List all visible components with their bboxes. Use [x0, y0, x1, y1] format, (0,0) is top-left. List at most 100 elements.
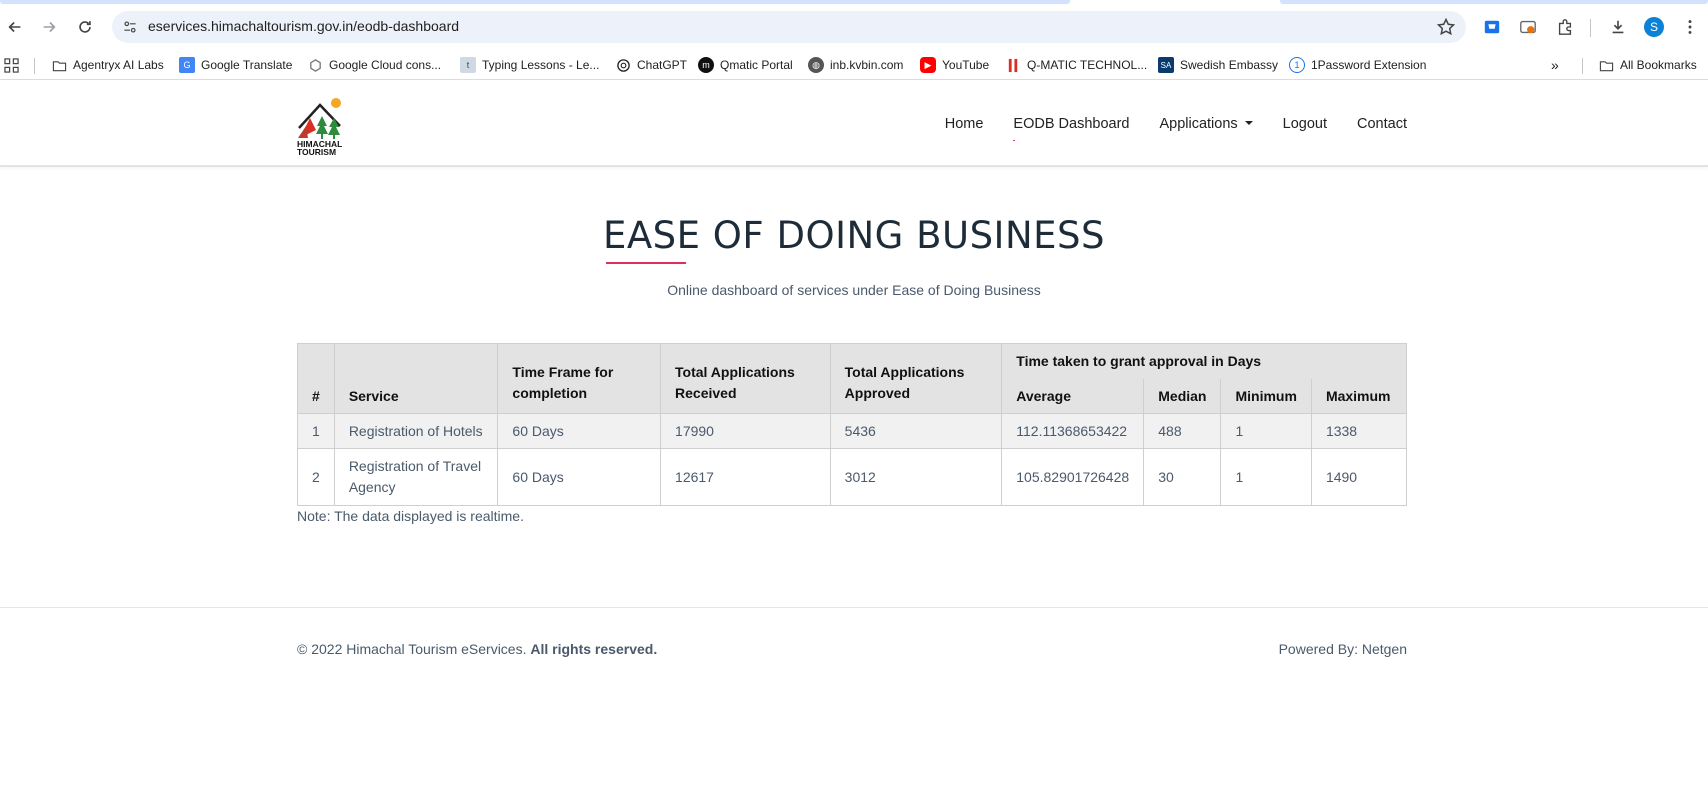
bookmark-label: YouTube	[942, 58, 990, 72]
bookmark-label: Qmatic Portal	[720, 58, 793, 72]
nav-home[interactable]: Home	[945, 116, 984, 132]
profile-avatar[interactable]: S	[1642, 15, 1666, 39]
page-title: EASE OF DOING BUSINESS	[602, 214, 1105, 257]
bookmark-qmatic-portal[interactable]: m Qmatic Portal	[698, 56, 793, 74]
nav-contact[interactable]: Contact	[1357, 116, 1407, 132]
address-bar[interactable]: eservices.himachaltourism.gov.in/eodb-da…	[112, 11, 1466, 43]
col-header-time-frame: Time Frame for completion	[497, 343, 662, 414]
avatar: S	[1644, 17, 1664, 37]
bookmark-kvbin[interactable]: ◍ inb.kvbin.com	[808, 56, 903, 74]
bookmark-label: Typing Lessons - Le...	[482, 58, 600, 72]
realtime-note: Note: The data displayed is realtime.	[297, 508, 524, 524]
cell-service: Registration of Travel Agency	[333, 448, 499, 506]
cell-received: 17990	[660, 413, 831, 449]
extensions-puzzle-icon[interactable]	[1553, 15, 1577, 39]
cell-minimum: 1	[1220, 448, 1312, 506]
col-header-time-taken-group: Time taken to grant approval in Days	[1001, 343, 1407, 379]
nav-applications-dropdown[interactable]: Applications	[1159, 116, 1253, 132]
eodb-services-table: # Service Time Frame for completion Tota…	[297, 343, 1408, 506]
col-header-minimum: Minimum	[1220, 378, 1312, 414]
table-row: 1 Registration of Hotels 60 Days 17990 5…	[297, 413, 1408, 449]
col-header-service: Service	[333, 343, 499, 414]
bookmark-label: 1Password Extension	[1311, 58, 1427, 72]
rights-text: All rights reserved.	[530, 641, 658, 657]
extension-image-icon[interactable]	[1516, 15, 1540, 39]
cell-service: Registration of Hotels	[333, 413, 499, 449]
sa-icon: SA	[1158, 57, 1174, 73]
forward-button[interactable]	[34, 12, 64, 42]
browser-menu-icon[interactable]	[1678, 15, 1702, 39]
cell-approved: 3012	[829, 448, 1003, 506]
col-header-index: #	[297, 343, 335, 414]
arrow-left-icon	[8, 21, 21, 33]
cell-time-frame: 60 Days	[497, 413, 662, 449]
cell-approved: 5436	[829, 413, 1003, 449]
bookmark-star-icon[interactable]	[1436, 17, 1456, 37]
bookmark-qmatic-technol[interactable]: Q-MATIC TECHNOL...	[1005, 56, 1147, 74]
cell-index: 2	[297, 448, 335, 506]
bookmark-label: Swedish Embassy	[1180, 58, 1279, 72]
cell-minimum: 1	[1220, 413, 1312, 449]
chatgpt-icon	[615, 57, 631, 73]
extension-cart-icon[interactable]	[1480, 15, 1504, 39]
cell-received: 12617	[660, 448, 831, 506]
cell-average: 112.11368653422	[1001, 413, 1145, 449]
cell-maximum: 1490	[1310, 448, 1408, 506]
typing-icon: t	[460, 57, 476, 73]
powered-by: Powered By: Netgen	[1278, 641, 1407, 657]
bookmark-chatgpt[interactable]: ChatGPT	[615, 56, 687, 74]
nav-logout[interactable]: Logout	[1283, 116, 1327, 132]
bookmark-agentryx[interactable]: Agentryx AI Labs	[51, 56, 164, 74]
page-subtitle: Online dashboard of services under Ease …	[667, 282, 1041, 298]
bookmarks-divider	[34, 58, 35, 74]
folder-icon	[1598, 57, 1614, 73]
bookmark-label: Google Translate	[201, 58, 293, 72]
folder-icon	[51, 57, 67, 73]
youtube-icon: ▶	[920, 57, 936, 73]
bookmark-typing-lessons[interactable]: t Typing Lessons - Le...	[460, 56, 599, 74]
col-header-approved: Total Applications Approved	[829, 343, 1003, 414]
bookmark-label: Google Cloud cons...	[329, 58, 442, 72]
cell-time-frame: 60 Days	[497, 448, 662, 506]
cell-median: 30	[1143, 448, 1222, 506]
cell-index: 1	[297, 413, 335, 449]
all-bookmarks[interactable]: All Bookmarks	[1598, 56, 1697, 74]
reload-icon	[79, 21, 91, 33]
globe-icon: ◍	[808, 57, 824, 73]
bookmark-youtube[interactable]: ▶ YouTube	[920, 56, 989, 74]
1password-icon: 1	[1289, 57, 1305, 73]
col-header-received: Total Applications Received	[660, 343, 831, 414]
bookmark-google-cloud[interactable]: Google Cloud cons...	[307, 56, 441, 74]
cell-maximum: 1338	[1310, 413, 1408, 449]
col-header-maximum: Maximum	[1310, 378, 1408, 414]
more-bookmarks-chevron-icon[interactable]: »	[1551, 56, 1559, 74]
arrow-right-icon	[43, 21, 56, 33]
downloads-icon[interactable]	[1606, 15, 1630, 39]
chevron-down-icon	[1244, 121, 1253, 125]
url-text[interactable]: eservices.himachaltourism.gov.in/eodb-da…	[148, 18, 459, 34]
col-header-median: Median	[1143, 378, 1222, 414]
toolbar-divider	[1590, 19, 1591, 37]
nav-eodb-dashboard[interactable]: EODB Dashboard	[1013, 116, 1129, 141]
col-header-average: Average	[1001, 378, 1145, 414]
himachal-tourism-logo[interactable]: HIMACHAL TOURISM	[296, 96, 360, 156]
qmatic-icon: m	[698, 57, 714, 73]
bookmark-swedish-embassy[interactable]: SA Swedish Embassy	[1158, 56, 1278, 74]
main-nav: Home EODB Dashboard Applications Logout …	[915, 116, 1407, 141]
apps-grid-icon[interactable]	[4, 56, 19, 74]
table-row: 2 Registration of Travel Agency 60 Days …	[297, 448, 1408, 506]
qmatic-tech-icon	[1005, 57, 1021, 73]
title-underline	[606, 262, 686, 264]
bookmark-label: Agentryx AI Labs	[73, 58, 164, 72]
bookmark-label: ChatGPT	[637, 58, 688, 72]
footer-divider	[0, 607, 1708, 608]
site-header: HIMACHAL TOURISM Home EODB Dashboard App…	[0, 80, 1708, 167]
reload-button[interactable]	[70, 12, 100, 42]
copyright-text: © 2022 Himachal Tourism eServices.	[297, 641, 527, 657]
site-info-icon[interactable]	[120, 17, 140, 37]
bookmark-google-translate[interactable]: G Google Translate	[179, 56, 292, 74]
cell-median: 488	[1143, 413, 1222, 449]
bookmark-label: Q-MATIC TECHNOL...	[1027, 58, 1148, 72]
bookmark-1password[interactable]: 1 1Password Extension	[1289, 56, 1426, 74]
back-button[interactable]	[0, 12, 30, 42]
